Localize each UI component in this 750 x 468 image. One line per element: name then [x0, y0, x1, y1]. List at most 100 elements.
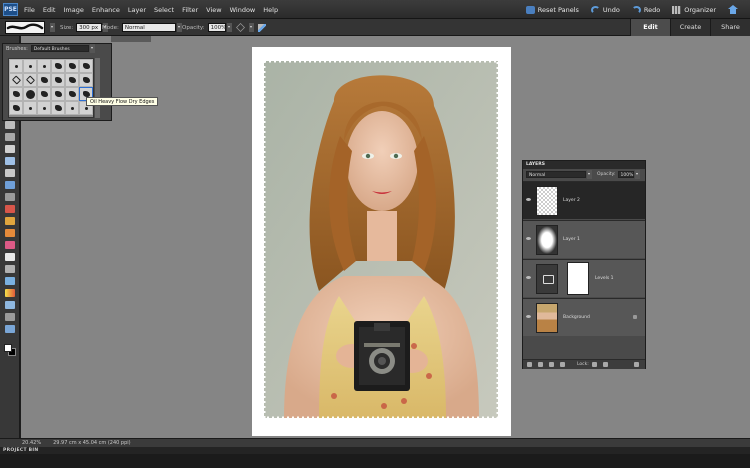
brush-swatch[interactable]: [65, 87, 79, 101]
redo-button[interactable]: Redo: [631, 5, 660, 14]
red-eye-tool-icon[interactable]: [5, 205, 15, 213]
new-adjustment-layer-icon[interactable]: [538, 362, 543, 367]
gradient-tool-icon[interactable]: [5, 289, 15, 297]
organizer-button[interactable]: Organizer: [672, 5, 716, 14]
brush-grid-scrollbar[interactable]: [95, 58, 100, 118]
brush-swatch[interactable]: [51, 101, 65, 115]
brush-preview-button[interactable]: [5, 21, 45, 34]
visibility-eye-icon[interactable]: [526, 315, 531, 318]
brush-swatch[interactable]: [51, 59, 65, 73]
brush-swatch[interactable]: [9, 59, 23, 73]
brush-swatch[interactable]: [9, 87, 23, 101]
opacity-dropdown-icon[interactable]: [226, 23, 232, 32]
brush-swatch[interactable]: [79, 59, 93, 73]
brush-swatch[interactable]: [37, 73, 51, 87]
layer-row-layer-1[interactable]: Layer 1: [523, 220, 645, 258]
brush-swatch[interactable]: [65, 101, 79, 115]
menu-filter[interactable]: Filter: [182, 6, 198, 14]
paint-bucket-tool-icon[interactable]: [5, 277, 15, 285]
mode-select[interactable]: Normal: [121, 23, 176, 32]
magic-wand-tool-icon[interactable]: [5, 193, 15, 201]
brush-swatch[interactable]: [23, 73, 37, 87]
mode-option: Mode: Normal: [102, 19, 182, 36]
document-tab[interactable]: [111, 36, 151, 42]
brush-preset-select[interactable]: Default Brushes: [30, 45, 89, 52]
move-tool-icon[interactable]: [5, 121, 15, 129]
lasso-tool-icon[interactable]: [5, 181, 15, 189]
tablet-settings-icon[interactable]: [258, 23, 266, 32]
brush-swatch[interactable]: [37, 101, 51, 115]
layer-opacity-field[interactable]: 100%: [617, 171, 634, 178]
brush-swatch[interactable]: [51, 73, 65, 87]
brush-swatch[interactable]: [23, 59, 37, 73]
brush-swatch[interactable]: [9, 73, 23, 87]
brush-swatch[interactable]: [79, 73, 93, 87]
layer-row-layer-2[interactable]: Layer 2: [523, 181, 645, 219]
brush-preset-dropdown-icon[interactable]: [89, 44, 95, 53]
visibility-eye-icon[interactable]: [526, 276, 531, 279]
opacity-field[interactable]: 100%: [207, 23, 226, 32]
trash-icon[interactable]: [634, 362, 639, 367]
layer-name: Levels 1: [595, 276, 614, 281]
brush-tool-icon[interactable]: [5, 253, 15, 261]
tab-edit[interactable]: Edit: [630, 19, 670, 36]
brush-swatch[interactable]: [51, 87, 65, 101]
add-mask-icon[interactable]: [549, 362, 554, 367]
brush-swatch[interactable]: [65, 73, 79, 87]
airbrush-icon[interactable]: [236, 23, 245, 32]
brush-dropdown-icon[interactable]: [50, 23, 55, 32]
home-icon[interactable]: [728, 5, 738, 14]
menu-help[interactable]: Help: [263, 6, 278, 14]
healing-brush-tool-icon[interactable]: [5, 217, 15, 225]
menu-layer[interactable]: Layer: [128, 6, 146, 14]
brush-swatch[interactable]: [9, 101, 23, 115]
blend-mode-select[interactable]: Normal: [526, 171, 586, 178]
brush-swatch[interactable]: [65, 59, 79, 73]
brush-swatch[interactable]: [23, 87, 37, 101]
menu-edit[interactable]: Edit: [43, 6, 56, 14]
menu-file[interactable]: File: [24, 6, 35, 14]
link-layers-icon[interactable]: [560, 362, 565, 367]
sponge-tool-icon[interactable]: [5, 325, 15, 333]
lock-transparency-icon[interactable]: [591, 362, 597, 367]
document-canvas[interactable]: [252, 47, 511, 436]
layer-row-levels-1[interactable]: Levels 1: [523, 259, 645, 297]
brush-swatch[interactable]: [37, 59, 51, 73]
layer-opacity-dropdown-icon[interactable]: [634, 170, 640, 179]
undo-button[interactable]: Undo: [590, 5, 620, 14]
blur-tool-icon[interactable]: [5, 313, 15, 321]
crop-tool-icon[interactable]: [5, 157, 15, 165]
visibility-eye-icon[interactable]: [526, 237, 531, 240]
menu-image[interactable]: Image: [63, 6, 83, 14]
menu-window[interactable]: Window: [230, 6, 256, 14]
tab-share[interactable]: Share: [710, 19, 750, 36]
type-tool-icon[interactable]: [5, 145, 15, 153]
clone-stamp-tool-icon[interactable]: [5, 229, 15, 237]
visibility-eye-icon[interactable]: [526, 198, 531, 201]
document-info[interactable]: 29.97 cm x 45.04 cm (240 ppi): [53, 440, 131, 446]
zoom-readout[interactable]: 20.42%: [22, 440, 41, 446]
lock-all-icon[interactable]: [602, 362, 608, 367]
brush-swatch[interactable]: [37, 87, 51, 101]
size-field[interactable]: 300 px: [76, 23, 103, 32]
shape-tool-icon[interactable]: [5, 301, 15, 309]
layer-row-background[interactable]: Background: [523, 298, 645, 336]
project-bin-header[interactable]: PROJECT BIN: [0, 447, 750, 454]
menu-enhance[interactable]: Enhance: [92, 6, 120, 14]
airbrush-dropdown-icon[interactable]: [249, 23, 254, 32]
eraser-tool-icon[interactable]: [5, 241, 15, 249]
foreground-color-swatch[interactable]: [4, 344, 12, 352]
smart-brush-tool-icon[interactable]: [5, 265, 15, 273]
blend-mode-dropdown-icon[interactable]: [587, 170, 592, 179]
opacity-option: Opacity: 100%: [182, 19, 232, 36]
menu-select[interactable]: Select: [154, 6, 174, 14]
tab-create[interactable]: Create: [670, 19, 710, 36]
zoom-tool-icon[interactable]: [5, 133, 15, 141]
lock-label: Lock:: [577, 362, 589, 367]
brush-swatch[interactable]: [23, 101, 37, 115]
reset-panels-button[interactable]: Reset Panels: [525, 5, 579, 14]
menu-view[interactable]: View: [206, 6, 221, 14]
new-layer-icon[interactable]: [527, 362, 532, 367]
marquee-tool-icon[interactable]: [5, 169, 15, 177]
layer-mask-thumbnail[interactable]: [567, 262, 589, 295]
